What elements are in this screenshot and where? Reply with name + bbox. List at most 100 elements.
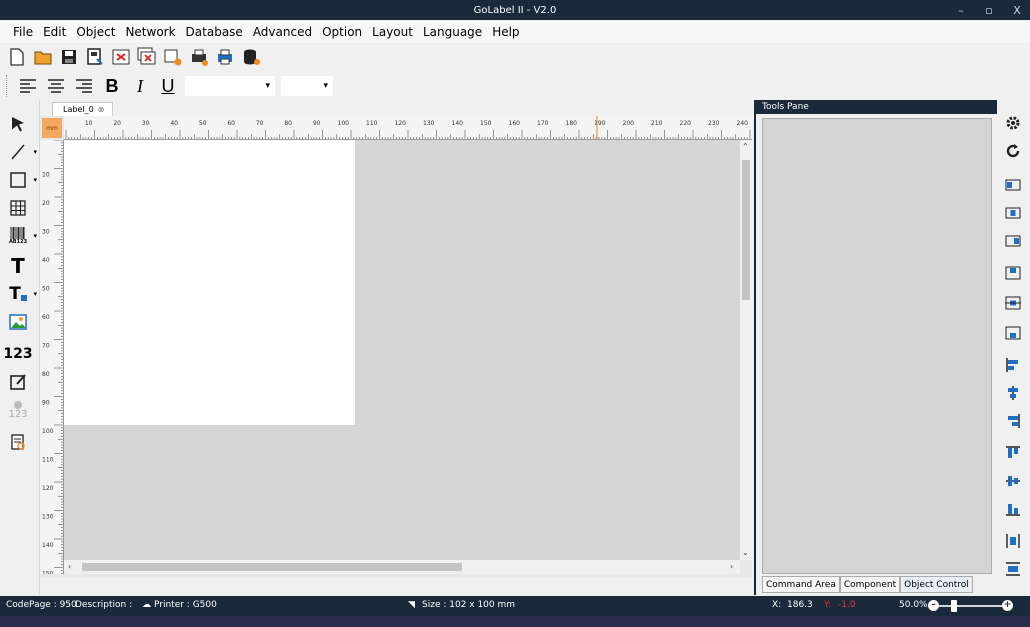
italic-button[interactable]: I <box>129 76 151 97</box>
align-middle-icon[interactable] <box>1002 292 1024 314</box>
edit-icon[interactable] <box>6 370 30 394</box>
distribute-center-icon[interactable] <box>1002 382 1024 404</box>
menu-layout[interactable]: Layout <box>367 25 418 39</box>
vertical-scrollbar[interactable]: ⌃ ⌄ <box>740 140 752 560</box>
tab-component[interactable]: Component <box>839 576 901 593</box>
table-icon[interactable] <box>6 196 30 220</box>
font-size-select[interactable]: ▾ <box>281 76 333 96</box>
document-tab-strip: Label_0 ⊗ <box>40 100 752 116</box>
close-label-icon[interactable] <box>110 46 132 68</box>
text-align-right-icon[interactable] <box>73 75 95 97</box>
align-left-icon[interactable] <box>1002 174 1024 196</box>
close-button[interactable]: X <box>1010 4 1024 17</box>
align-bottom-icon[interactable] <box>1002 322 1024 344</box>
horizontal-scrollbar[interactable]: ‹ › <box>64 560 740 574</box>
close-all-icon[interactable] <box>136 46 158 68</box>
zoom-slider-track[interactable] <box>932 605 1006 607</box>
scroll-right-icon[interactable]: › <box>730 562 733 571</box>
label-page[interactable] <box>64 140 355 425</box>
print-setup-icon[interactable] <box>188 46 210 68</box>
print-icon[interactable] <box>214 46 236 68</box>
label-setup-icon[interactable] <box>162 46 184 68</box>
open-folder-icon[interactable] <box>32 46 54 68</box>
distribute-middle-icon[interactable] <box>1002 470 1024 492</box>
new-file-icon[interactable] <box>6 46 28 68</box>
menu-option[interactable]: Option <box>317 25 367 39</box>
scroll-left-icon[interactable]: ‹ <box>68 562 71 571</box>
menu-language[interactable]: Language <box>418 25 487 39</box>
select-arrow-icon[interactable] <box>6 112 30 136</box>
zoom-slider-knob[interactable] <box>951 600 958 612</box>
ruler-label: 30 <box>42 229 50 236</box>
font-name-select[interactable]: ▾ <box>185 76 275 96</box>
tools-pane-header: Tools Pane <box>756 100 997 114</box>
ruler-label: 50 <box>199 120 207 127</box>
ruler-label: 130 <box>423 120 435 127</box>
variable-icon[interactable]: 123 <box>6 398 30 422</box>
zoom-level: 50.0% <box>899 600 928 610</box>
text-icon[interactable]: T <box>6 254 30 278</box>
printer-icon: ☁ <box>142 600 151 610</box>
ruler-label: 150 <box>42 571 54 575</box>
align-top-icon[interactable] <box>1002 262 1024 284</box>
document-search-icon[interactable] <box>6 430 30 454</box>
ruler-label: 140 <box>452 120 464 127</box>
image-icon[interactable] <box>6 310 30 334</box>
tools-pane-tabs: Command Area Component Object Control <box>762 576 973 593</box>
toolbar-grip[interactable] <box>6 75 9 97</box>
ruler-label: 70 <box>42 343 50 350</box>
ruler-label: 190 <box>594 120 606 127</box>
menu-object[interactable]: Object <box>71 25 120 39</box>
line-icon[interactable]: ▾ <box>6 140 37 164</box>
menu-file[interactable]: File <box>8 25 38 39</box>
text-align-center-icon[interactable] <box>45 75 67 97</box>
tools-pane: Tools Pane Command Area Component Object… <box>754 100 997 595</box>
underline-button[interactable]: U <box>157 76 179 97</box>
ruler-label: 20 <box>113 120 121 127</box>
document-tab[interactable]: Label_0 ⊗ <box>52 102 114 116</box>
document-area: Label_0 ⊗ mm 10 20 30 40 50 60 70 80 90 100 110 120… <box>40 100 752 578</box>
scroll-up-icon[interactable]: ⌃ <box>742 142 749 151</box>
minimize-button[interactable]: – <box>954 4 968 17</box>
unit-badge[interactable]: mm <box>42 118 62 138</box>
database-icon[interactable] <box>240 46 262 68</box>
distribute-right-icon[interactable] <box>1002 410 1024 432</box>
zoom-out-button[interactable]: – <box>928 600 939 611</box>
align-right-icon[interactable] <box>1002 230 1024 252</box>
menu-help[interactable]: Help <box>487 25 524 39</box>
rectangle-icon[interactable]: ▾ <box>6 168 37 192</box>
menu-network[interactable]: Network <box>120 25 180 39</box>
chevron-down-icon: ▾ <box>323 81 328 91</box>
distribute-bottom-icon[interactable] <box>1002 498 1024 520</box>
save-as-icon[interactable] <box>84 46 106 68</box>
scroll-down-icon[interactable]: ⌄ <box>742 548 749 557</box>
close-icon[interactable]: ⊗ <box>98 105 105 114</box>
menu-advanced[interactable]: Advanced <box>248 25 317 39</box>
counter-icon[interactable]: 123 <box>3 342 32 366</box>
distribute-top-icon[interactable] <box>1002 442 1024 464</box>
align-center-icon[interactable] <box>1002 202 1024 224</box>
bold-button[interactable]: B <box>101 76 123 97</box>
zoom-in-button[interactable]: + <box>1002 600 1013 611</box>
barcode-icon[interactable]: AB123 ▾ <box>6 224 37 248</box>
space-horizontal-icon[interactable] <box>1002 530 1024 552</box>
tab-command-area[interactable]: Command Area <box>762 576 840 593</box>
horizontal-scroll-thumb[interactable] <box>82 563 462 571</box>
ruler-label: 110 <box>42 457 54 464</box>
unit-label: mm <box>46 124 58 132</box>
rotate-icon[interactable] <box>1002 140 1024 162</box>
space-vertical-icon[interactable] <box>1002 558 1024 580</box>
ruler-label: 180 <box>566 120 578 127</box>
text-box-icon[interactable]: T ▾ <box>6 282 37 306</box>
maximize-button[interactable]: ▫ <box>982 4 996 17</box>
design-canvas[interactable] <box>64 140 740 560</box>
settings-gear-icon[interactable] <box>1002 112 1024 134</box>
vertical-scroll-thumb[interactable] <box>742 160 750 300</box>
menu-edit[interactable]: Edit <box>38 25 71 39</box>
distribute-left-icon[interactable] <box>1002 354 1024 376</box>
save-icon[interactable] <box>58 46 80 68</box>
tab-object-control[interactable]: Object Control <box>900 576 973 593</box>
menu-database[interactable]: Database <box>181 25 248 39</box>
window-controls: – ▫ X <box>954 0 1024 20</box>
text-align-left-icon[interactable] <box>17 75 39 97</box>
